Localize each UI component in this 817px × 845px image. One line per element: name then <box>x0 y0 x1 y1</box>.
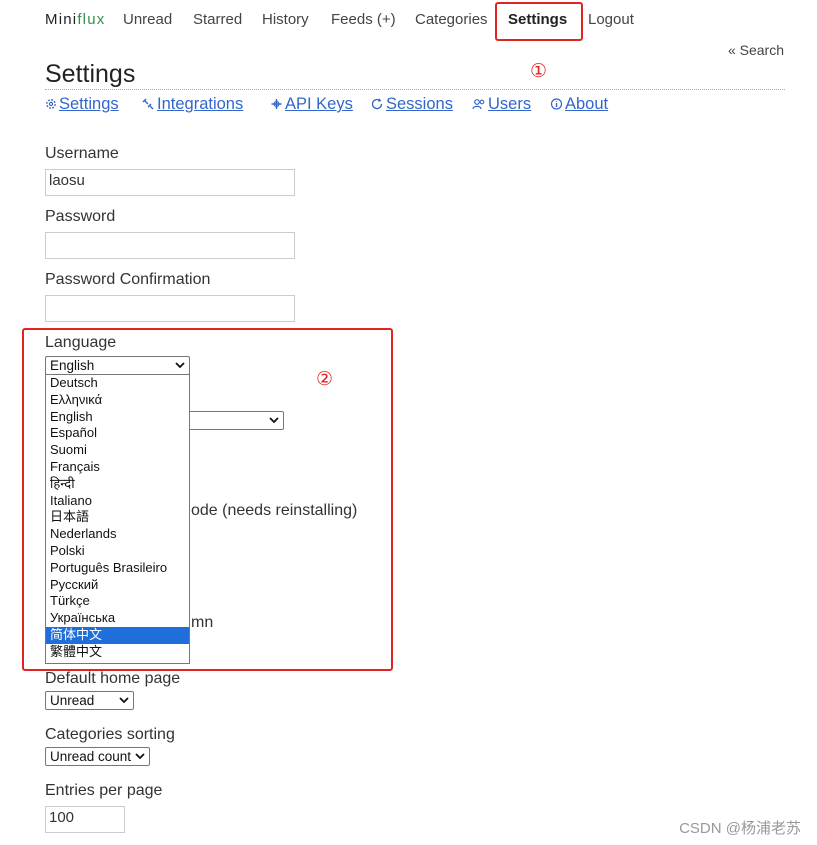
title-divider <box>45 89 785 90</box>
submenu-api-keys[interactable]: API Keys <box>270 95 353 114</box>
annotation-marker-1: ① <box>530 61 548 82</box>
annotation-box-language <box>22 328 393 671</box>
gear-icon <box>46 99 56 109</box>
default-home-page-label: Default home page <box>45 670 181 687</box>
default-home-page-value: Unread <box>50 693 95 708</box>
nav-feeds[interactable]: Feeds (+) <box>331 11 396 28</box>
annotation-box-settings <box>495 2 583 41</box>
submenu-about-label: About <box>565 95 609 113</box>
categories-sorting-value: Unread count <box>50 749 132 764</box>
chevron-down-icon <box>135 753 145 760</box>
plug-icon <box>142 98 154 110</box>
nav-history[interactable]: History <box>262 11 309 28</box>
submenu-integrations-label: Integrations <box>157 95 244 113</box>
password-input[interactable] <box>45 232 295 259</box>
nav-logout[interactable]: Logout <box>588 11 634 28</box>
annotation-marker-2: ② <box>316 369 334 390</box>
submenu-integrations[interactable]: Integrations <box>142 95 243 114</box>
password-label: Password <box>45 208 116 225</box>
users-icon <box>472 99 485 110</box>
submenu-users[interactable]: Users <box>472 95 531 114</box>
submenu-users-label: Users <box>488 95 532 113</box>
password-confirmation-input[interactable] <box>45 295 295 322</box>
watermark: CSDN @杨浦老苏 <box>679 820 801 837</box>
logo-main-text: Mini <box>45 11 78 28</box>
api-key-icon <box>271 99 282 109</box>
submenu-settings-label: Settings <box>59 95 119 113</box>
nav-starred[interactable]: Starred <box>193 11 242 28</box>
page-title: Settings <box>45 60 136 88</box>
username-input[interactable]: laosu <box>45 169 295 196</box>
search-link[interactable]: « Search <box>728 42 784 58</box>
logo-accent-text: flux <box>77 11 106 28</box>
info-icon <box>550 98 563 110</box>
submenu-api-keys-label: API Keys <box>285 95 353 113</box>
entries-per-page-label: Entries per page <box>45 782 163 799</box>
submenu-sessions[interactable]: Sessions <box>371 95 453 114</box>
submenu-about[interactable]: About <box>550 95 608 114</box>
sessions-icon <box>371 98 383 110</box>
categories-sorting-label: Categories sorting <box>45 726 175 743</box>
password-confirmation-label: Password Confirmation <box>45 271 211 288</box>
categories-sorting-select[interactable]: Unread count <box>45 747 150 766</box>
app-logo[interactable]: Miniflux <box>45 11 105 28</box>
submenu-sessions-label: Sessions <box>386 95 453 113</box>
entries-per-page-input[interactable]: 100 <box>45 806 125 833</box>
nav-unread[interactable]: Unread <box>123 11 172 28</box>
chevron-down-icon <box>119 697 129 704</box>
nav-categories[interactable]: Categories <box>415 11 488 28</box>
submenu-settings[interactable]: Settings <box>45 95 119 114</box>
default-home-page-select[interactable]: Unread <box>45 691 134 710</box>
username-label: Username <box>45 145 119 162</box>
